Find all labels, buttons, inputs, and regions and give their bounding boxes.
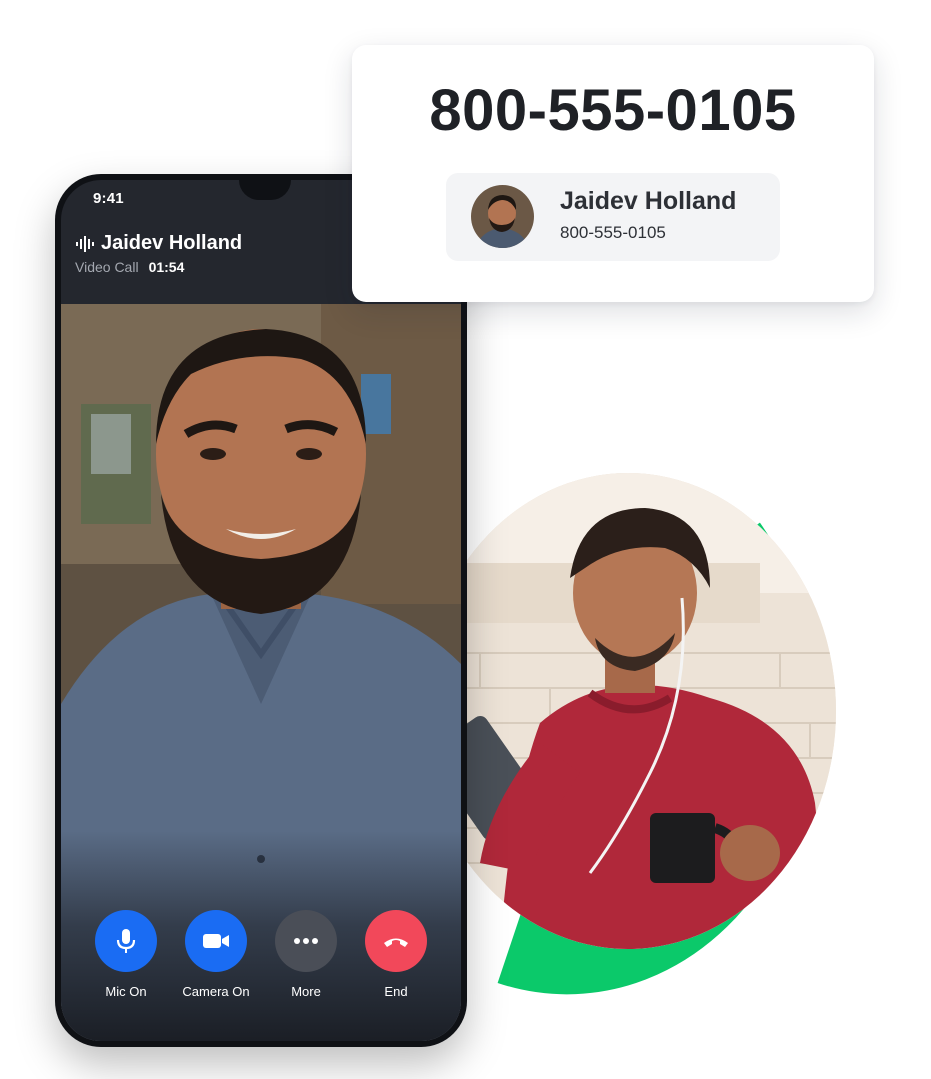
- call-timer: 01:54: [148, 259, 185, 275]
- hang-up-icon: [384, 938, 408, 947]
- video-camera-icon: [203, 934, 229, 948]
- call-type: Video Call: [75, 259, 139, 275]
- mic-button-label: Mic On: [105, 984, 147, 999]
- end-button-label: End: [384, 984, 408, 999]
- contact-number: 800-555-0105: [560, 223, 666, 242]
- contact-chip[interactable]: Jaidev Holland 800-555-0105: [446, 173, 780, 261]
- circle-photo-man-with-coffee: [420, 473, 836, 949]
- more-dots-icon: [294, 938, 318, 944]
- dialed-number: 800-555-0105: [429, 78, 797, 143]
- more-button[interactable]: More: [266, 910, 346, 999]
- video-call-screen: 9:41 Jaidev Holland Video Call 01:54 Mic…: [61, 180, 461, 1041]
- contact-name: Jaidev Holland: [560, 187, 737, 215]
- more-button-label: More: [291, 984, 321, 999]
- mic-button[interactable]: Mic On: [86, 910, 166, 999]
- microphone-icon: [116, 929, 136, 953]
- caller-name: Jaidev Holland: [101, 232, 243, 254]
- end-call-button[interactable]: End: [356, 910, 436, 999]
- camera-button[interactable]: Camera On: [176, 910, 256, 999]
- camera-button-label: Camera On: [182, 984, 250, 999]
- call-controls: Mic On Camera On More End: [61, 910, 461, 999]
- status-bar-time: 9:41: [93, 190, 124, 207]
- phone-notch: [239, 180, 291, 200]
- person-avatar: [471, 185, 534, 248]
- audio-wave-icon: [76, 235, 94, 252]
- dialed-number-card: 800-555-0105 Jaidev Holland 800-555-0105: [352, 45, 874, 302]
- promo-stage: 9:41 Jaidev Holland Video Call 01:54 Mic…: [0, 0, 931, 1079]
- phone-device: 9:41 Jaidev Holland Video Call 01:54 Mic…: [55, 174, 467, 1047]
